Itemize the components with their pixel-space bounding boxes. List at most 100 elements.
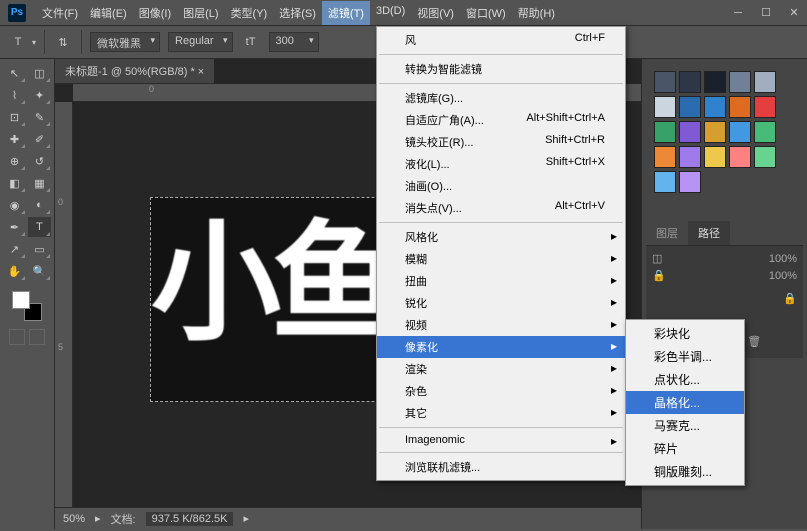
menu-图层L[interactable]: 图层(L) [177,1,224,25]
swatch[interactable] [679,71,701,93]
menu-3DD[interactable]: 3D(D) [370,1,411,25]
foreground-color[interactable] [12,291,30,309]
healing-tool[interactable]: ✚ [3,129,26,149]
menu-item-浏览联机滤镜...[interactable]: 浏览联机滤镜... [377,456,625,478]
blur-tool[interactable]: ◉ [3,195,26,215]
swatch[interactable] [754,71,776,93]
menu-编辑E[interactable]: 编辑(E) [84,1,133,25]
menu-item-转换为智能滤镜[interactable]: 转换为智能滤镜 [377,58,625,80]
menu-文件F[interactable]: 文件(F) [36,1,84,25]
pen-tool[interactable]: ✒ [3,217,26,237]
swatch[interactable] [654,171,676,193]
dodge-tool[interactable]: ◐ [28,195,51,215]
hand-tool[interactable]: ✋ [3,261,26,281]
swatch[interactable] [704,146,726,168]
submenu-item-彩块化[interactable]: 彩块化 [626,322,744,345]
zoom-tool[interactable]: 🔍 [28,261,51,281]
zoom-level[interactable]: 50% [63,513,85,525]
menu-item-Imagenomic[interactable]: Imagenomic [377,431,625,449]
lock-icon[interactable]: 🔒 [652,269,666,282]
submenu-item-马赛克...[interactable]: 马赛克... [626,414,744,437]
menu-帮助H[interactable]: 帮助(H) [512,1,561,25]
menu-item-渲染[interactable]: 渲染 [377,358,625,380]
menu-窗口W[interactable]: 窗口(W) [460,1,512,25]
path-tool[interactable]: ↗ [3,239,26,259]
font-size-input[interactable]: 300 [269,32,319,52]
menu-item-锐化[interactable]: 锐化 [377,292,625,314]
shape-tool[interactable]: ▭ [28,239,51,259]
panel-tab-路径[interactable]: 路径 [688,221,730,245]
color-swatches[interactable] [12,291,42,321]
menu-item-风格化[interactable]: 风格化 [377,226,625,248]
submenu-item-铜版雕刻...[interactable]: 铜版雕刻... [626,460,744,483]
swatch[interactable] [654,71,676,93]
swatch[interactable] [754,96,776,118]
swatch[interactable] [754,121,776,143]
quickmask-icon[interactable] [9,329,25,345]
marquee-tool[interactable]: ◫ [28,63,51,83]
orientation-icon[interactable]: ⇅ [53,32,73,52]
swatch[interactable] [729,121,751,143]
submenu-item-晶格化...[interactable]: 晶格化... [626,391,744,414]
menu-item-模糊[interactable]: 模糊 [377,248,625,270]
swatch[interactable] [704,96,726,118]
brush-tool[interactable]: ✐ [28,129,51,149]
status-arrow-icon[interactable]: ▸ [243,512,249,525]
trash-icon[interactable]: 🗑 [747,335,761,348]
menu-滤镜T[interactable]: 滤镜(T) [322,1,370,25]
menu-item-扭曲[interactable]: 扭曲 [377,270,625,292]
lasso-tool[interactable]: ⌇ [3,85,26,105]
document-tab[interactable]: 未标题-1 @ 50%(RGB/8) * × [55,59,214,84]
menu-item-自适应广角(A)...[interactable]: 自适应广角(A)...Alt+Shift+Ctrl+A [377,109,625,131]
menu-item-像素化[interactable]: 像素化 [377,336,625,358]
screenmode-icon[interactable] [29,329,45,345]
menu-item-油画(O)...[interactable]: 油画(O)... [377,175,625,197]
minimize-button[interactable]: ─ [725,3,751,23]
swatch[interactable] [729,146,751,168]
swatch[interactable] [679,121,701,143]
font-family-dropdown[interactable]: 微软雅黑 [90,32,160,52]
swatch[interactable] [729,96,751,118]
swatch[interactable] [654,121,676,143]
menu-类型Y[interactable]: 类型(Y) [225,1,274,25]
submenu-item-点状化...[interactable]: 点状化... [626,368,744,391]
fill-value[interactable]: 100% [769,270,797,282]
swatch[interactable] [704,71,726,93]
close-button[interactable]: ✕ [781,3,807,23]
eraser-tool[interactable]: ◧ [3,173,26,193]
panel-tab-图层[interactable]: 图层 [646,221,688,245]
menu-item-风[interactable]: 风Ctrl+F [377,29,625,51]
crop-tool[interactable]: ⊡ [3,107,26,127]
menu-item-滤镜库(G)...[interactable]: 滤镜库(G)... [377,87,625,109]
font-weight-dropdown[interactable]: Regular [168,32,233,52]
menu-item-杂色[interactable]: 杂色 [377,380,625,402]
history-tool[interactable]: ↺ [28,151,51,171]
document-info[interactable]: 937.5 K/862.5K [146,512,234,526]
swatch[interactable] [679,96,701,118]
swatch[interactable] [654,96,676,118]
menu-item-消失点(V)...[interactable]: 消失点(V)...Alt+Ctrl+V [377,197,625,219]
swatch[interactable] [704,121,726,143]
menu-视图V[interactable]: 视图(V) [411,1,460,25]
opacity-value[interactable]: 100% [769,253,797,265]
menu-item-视频[interactable]: 视频 [377,314,625,336]
swatch[interactable] [754,146,776,168]
swatch[interactable] [679,146,701,168]
type-tool[interactable]: T [28,217,51,237]
gradient-tool[interactable]: ▦ [28,173,51,193]
swatch[interactable] [729,71,751,93]
stamp-tool[interactable]: ⊕ [3,151,26,171]
eyedropper-tool[interactable]: ✎ [28,107,51,127]
menu-选择S[interactable]: 选择(S) [273,1,322,25]
menu-item-液化(L)...[interactable]: 液化(L)...Shift+Ctrl+X [377,153,625,175]
menu-item-其它[interactable]: 其它 [377,402,625,424]
swatch[interactable] [654,146,676,168]
wand-tool[interactable]: ✦ [28,85,51,105]
submenu-item-碎片[interactable]: 碎片 [626,437,744,460]
submenu-item-彩色半调...[interactable]: 彩色半调... [626,345,744,368]
lock-layer-icon[interactable]: 🔒 [783,292,797,305]
maximize-button[interactable]: ☐ [753,3,779,23]
menu-item-镜头校正(R)...[interactable]: 镜头校正(R)...Shift+Ctrl+R [377,131,625,153]
swatch[interactable] [679,171,701,193]
move-tool[interactable]: ↖ [3,63,26,83]
